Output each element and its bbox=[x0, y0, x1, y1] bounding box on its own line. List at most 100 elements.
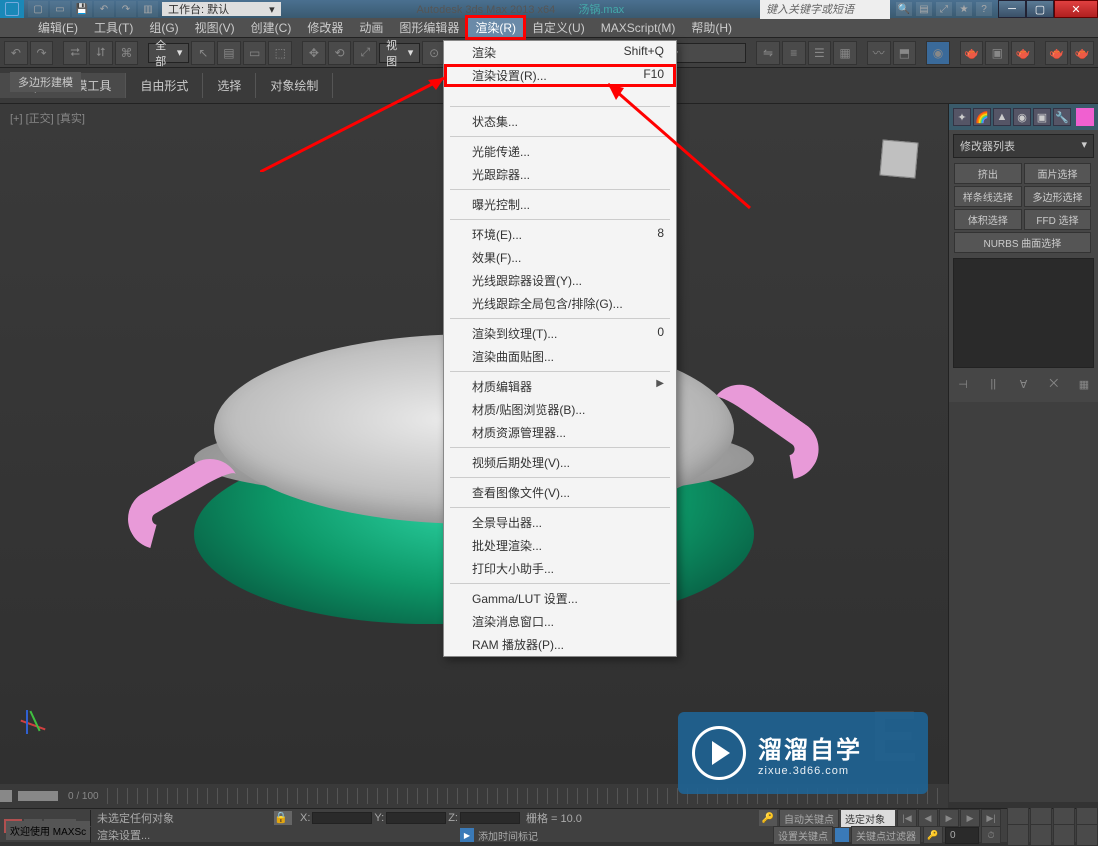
lock-selection-icon[interactable]: 🔒 bbox=[274, 811, 292, 825]
rotate-button[interactable]: ⟲ bbox=[328, 41, 352, 65]
undo-button[interactable]: ↶ bbox=[4, 41, 28, 65]
remove-modifier-icon[interactable]: ⨉ bbox=[1046, 376, 1062, 392]
rendered-frame-button[interactable]: ▣ bbox=[985, 41, 1009, 65]
graphite-toggle-button[interactable]: ▦ bbox=[833, 41, 857, 65]
minimize-button[interactable]: ─ bbox=[998, 0, 1026, 18]
selection-filter-dropdown[interactable]: 全部 ▾ bbox=[148, 43, 189, 63]
render-production-button[interactable]: 🫖 bbox=[1011, 41, 1035, 65]
dd-render-surface[interactable]: 渲染曲面贴图... bbox=[444, 345, 676, 368]
workspace-dropdown[interactable]: 工作台: 默认▾ bbox=[162, 2, 281, 16]
time-config-button[interactable]: ⏱ bbox=[981, 826, 1001, 844]
dd-light-tracer[interactable]: 光跟踪器... bbox=[444, 163, 676, 186]
mod-btn-polysel[interactable]: 多边形选择 bbox=[1024, 186, 1092, 207]
unlink-button[interactable]: ⮃ bbox=[89, 41, 113, 65]
app-logo-icon[interactable] bbox=[0, 0, 24, 18]
curve-editor-button[interactable]: 〰 bbox=[867, 41, 891, 65]
configure-sets-icon[interactable]: ▦ bbox=[1076, 376, 1092, 392]
show-endresult-icon[interactable]: || bbox=[985, 376, 1001, 392]
favorites-icon[interactable]: ★ bbox=[956, 2, 972, 16]
dd-video-post[interactable]: 视频后期处理(V)... bbox=[444, 451, 676, 474]
menu-edit[interactable]: 编辑(E) bbox=[30, 17, 86, 38]
mod-btn-volsel[interactable]: 体积选择 bbox=[954, 209, 1022, 230]
pan-icon[interactable] bbox=[1030, 824, 1052, 846]
dd-gamma[interactable]: Gamma/LUT 设置... bbox=[444, 587, 676, 610]
key-mode-icon[interactable] bbox=[835, 828, 849, 842]
ribbon-subtab-polymodeling[interactable]: 多边形建模 bbox=[10, 72, 81, 92]
y-coord-input[interactable] bbox=[386, 812, 446, 824]
activeshade-button[interactable]: 🫖 bbox=[1070, 41, 1094, 65]
subscription-icon[interactable]: ▤ bbox=[916, 2, 932, 16]
mod-btn-nurbs[interactable]: NURBS 曲面选择 bbox=[954, 232, 1091, 253]
dd-render-msg[interactable]: 渲染消息窗口... bbox=[444, 610, 676, 633]
dd-effects[interactable]: 效果(F)... bbox=[444, 246, 676, 269]
viewport-label[interactable]: [+] [正交] [真实] bbox=[10, 110, 85, 126]
undo-icon[interactable]: ↶ bbox=[94, 1, 114, 17]
menu-create[interactable]: 创建(C) bbox=[243, 17, 300, 38]
help-icon[interactable]: ? bbox=[976, 2, 992, 16]
make-unique-icon[interactable]: ∀ bbox=[1016, 376, 1032, 392]
modifier-rollout-area[interactable] bbox=[949, 402, 1098, 802]
fov-icon[interactable] bbox=[1007, 824, 1029, 846]
hierarchy-tab-icon[interactable]: ▲ bbox=[993, 108, 1011, 126]
dd-material-explorer[interactable]: 材质资源管理器... bbox=[444, 421, 676, 444]
scale-button[interactable]: ⤢ bbox=[353, 41, 377, 65]
close-button[interactable]: ✕ bbox=[1054, 0, 1098, 18]
pin-stack-icon[interactable]: ⊣ bbox=[955, 376, 971, 392]
mod-btn-splinesel[interactable]: 样条线选择 bbox=[954, 186, 1022, 207]
layer-button[interactable]: ☰ bbox=[808, 41, 832, 65]
menu-help[interactable]: 帮助(H) bbox=[683, 17, 740, 38]
ribbon-tab-freeform[interactable]: 自由形式 bbox=[126, 73, 203, 98]
current-frame-input[interactable]: 0 bbox=[945, 827, 979, 844]
create-tab-icon[interactable]: ✦ bbox=[953, 108, 971, 126]
menu-animation[interactable]: 动画 bbox=[351, 17, 391, 38]
timeline-toggle-icon[interactable] bbox=[0, 790, 12, 802]
dd-print-size[interactable]: 打印大小助手... bbox=[444, 557, 676, 580]
menu-tools[interactable]: 工具(T) bbox=[86, 17, 141, 38]
redo-button[interactable]: ↷ bbox=[30, 41, 54, 65]
dd-state-sets[interactable]: 状态集... bbox=[444, 110, 676, 133]
dd-raytrace-settings[interactable]: 光线跟踪器设置(Y)... bbox=[444, 269, 676, 292]
dd-panorama[interactable]: 全景导出器... bbox=[444, 511, 676, 534]
modify-tab-icon[interactable]: 🌈 bbox=[973, 108, 991, 126]
dd-radiosity[interactable]: 光能传递... bbox=[444, 140, 676, 163]
menu-group[interactable]: 组(G) bbox=[141, 17, 186, 38]
modifier-stack[interactable] bbox=[953, 258, 1094, 368]
maximize-viewport-icon[interactable] bbox=[1076, 824, 1098, 846]
ribbon-tab-selection[interactable]: 选择 bbox=[203, 73, 256, 98]
ribbon-tab-objectpaint[interactable]: 对象绘制 bbox=[256, 73, 333, 98]
modifier-list-dropdown[interactable]: 修改器列表▾ bbox=[953, 134, 1094, 158]
ref-coord-dropdown[interactable]: 视图 ▾ bbox=[379, 43, 420, 63]
mirror-button[interactable]: ⇋ bbox=[756, 41, 780, 65]
dd-rendered-frame[interactable]: 渲染帧窗口(W)... bbox=[444, 87, 676, 103]
menu-customize[interactable]: 自定义(U) bbox=[524, 17, 593, 38]
menu-graph-editors[interactable]: 图形编辑器 bbox=[391, 17, 467, 38]
project-icon[interactable]: ▥ bbox=[138, 1, 158, 17]
menu-modifiers[interactable]: 修改器 bbox=[299, 17, 351, 38]
mod-btn-facesel[interactable]: 面片选择 bbox=[1024, 163, 1092, 184]
render-setup-button[interactable]: 🫖 bbox=[960, 41, 984, 65]
dd-view-image[interactable]: 查看图像文件(V)... bbox=[444, 481, 676, 504]
new-icon[interactable]: ▢ bbox=[28, 1, 48, 17]
menu-views[interactable]: 视图(V) bbox=[187, 17, 243, 38]
redo-icon[interactable]: ↷ bbox=[116, 1, 136, 17]
object-color-swatch[interactable] bbox=[1076, 108, 1094, 126]
dd-ram-player[interactable]: RAM 播放器(P)... bbox=[444, 633, 676, 656]
schematic-view-button[interactable]: ⬒ bbox=[893, 41, 917, 65]
viewcube[interactable] bbox=[874, 134, 924, 184]
time-tag-label[interactable]: 添加时间标记 bbox=[478, 828, 538, 843]
key-mode-toggle[interactable]: 🔑 bbox=[923, 826, 943, 844]
orbit-icon[interactable] bbox=[1053, 824, 1075, 846]
help-search-input[interactable]: 键入关键字或短语 bbox=[760, 0, 890, 19]
script-listener-icon[interactable]: ▶ bbox=[460, 828, 474, 842]
link-button[interactable]: ⮂ bbox=[63, 41, 87, 65]
open-icon[interactable]: ▭ bbox=[50, 1, 70, 17]
x-coord-input[interactable] bbox=[312, 812, 372, 824]
dd-material-browser[interactable]: 材质/贴图浏览器(B)... bbox=[444, 398, 676, 421]
select-object-button[interactable]: ↖ bbox=[191, 41, 215, 65]
display-tab-icon[interactable]: ▣ bbox=[1033, 108, 1051, 126]
save-icon[interactable]: 💾 bbox=[72, 1, 92, 17]
exchange-icon[interactable]: ⤢ bbox=[936, 2, 952, 16]
dd-exposure[interactable]: 曝光控制... bbox=[444, 193, 676, 216]
menu-rendering[interactable]: 渲染(R) bbox=[467, 17, 524, 38]
render-iterative-button[interactable]: 🫖 bbox=[1045, 41, 1069, 65]
